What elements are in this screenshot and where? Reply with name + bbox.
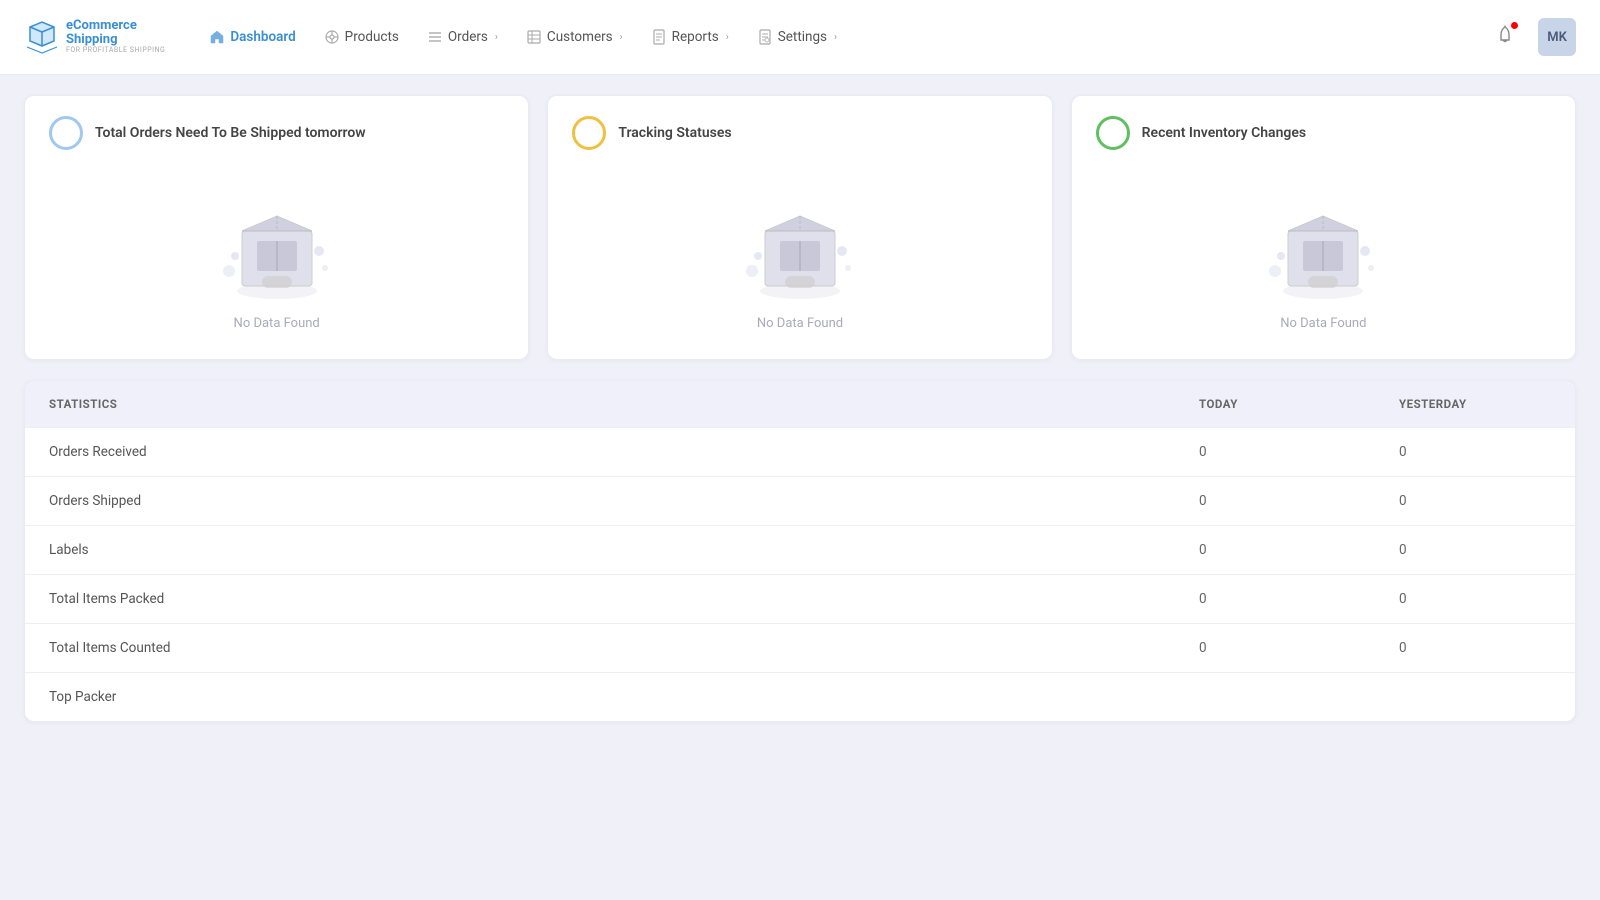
card-title-inventory: Recent Inventory Changes [1142, 125, 1306, 141]
card-inventory-changes: Recent Inventory Changes No [1071, 95, 1576, 360]
nav-item-settings[interactable]: Settings › [745, 23, 849, 51]
stats-col-yesterday: YESTERDAY [1375, 381, 1575, 428]
card-header-tracking: Tracking Statuses [572, 116, 1027, 150]
stats-col-today: TODAY [1175, 381, 1375, 428]
stats-cell-label: Top Packer [25, 673, 1175, 722]
main-content: Total Orders Need To Be Shipped tomorrow [0, 75, 1600, 742]
card-title-total-orders: Total Orders Need To Be Shipped tomorrow [95, 125, 366, 141]
settings-chevron: › [834, 32, 837, 43]
list-icon [427, 29, 443, 45]
home-icon [209, 29, 225, 45]
header: eCommerce Shipping FOR PROFITABLE SHIPPI… [0, 0, 1600, 75]
statistics-section: STATISTICS TODAY YESTERDAY Orders Receiv… [24, 380, 1576, 722]
empty-state-illustration-3 [1253, 176, 1393, 316]
notification-dot [1511, 22, 1518, 29]
stats-cell-label: Total Items Counted [25, 624, 1175, 673]
card-tracking-statuses: Tracking Statuses No Data Fo [547, 95, 1052, 360]
empty-state-illustration-2 [730, 176, 870, 316]
nav-item-reports[interactable]: Reports › [639, 23, 741, 51]
stats-cell-yesterday [1375, 673, 1575, 722]
cards-row: Total Orders Need To Be Shipped tomorrow [24, 95, 1576, 360]
customers-chevron: › [620, 32, 623, 43]
stats-cell-yesterday: 0 [1375, 526, 1575, 575]
stats-cell-today: 0 [1175, 477, 1375, 526]
logo-tagline: FOR PROFITABLE SHIPPING [66, 47, 165, 55]
logo: eCommerce Shipping FOR PROFITABLE SHIPPI… [24, 19, 165, 55]
customers-icon [526, 29, 542, 45]
card-body-inventory: No Data Found [1096, 166, 1551, 331]
card-total-orders: Total Orders Need To Be Shipped tomorrow [24, 95, 529, 360]
nav-item-dashboard[interactable]: Dashboard [197, 23, 307, 51]
stats-cell-yesterday: 0 [1375, 477, 1575, 526]
stats-cell-label: Orders Shipped [25, 477, 1175, 526]
grid-icon [324, 29, 340, 45]
stats-table-header-row: STATISTICS TODAY YESTERDAY [25, 381, 1575, 428]
user-avatar[interactable]: MK [1538, 18, 1576, 56]
stats-cell-label: Total Items Packed [25, 575, 1175, 624]
nav-item-products[interactable]: Products [312, 23, 411, 51]
header-right: MK [1488, 18, 1576, 56]
stats-col-label: STATISTICS [25, 381, 1175, 428]
logo-text: eCommerce Shipping FOR PROFITABLE SHIPPI… [66, 19, 165, 55]
status-circle-green [1096, 116, 1130, 150]
card-title-tracking: Tracking Statuses [618, 125, 731, 141]
nav-item-customers[interactable]: Customers › [514, 23, 635, 51]
no-data-text-2: No Data Found [757, 316, 843, 331]
stats-cell-yesterday: 0 [1375, 624, 1575, 673]
logo-icon [24, 19, 60, 55]
nav-item-orders[interactable]: Orders › [415, 23, 510, 51]
stats-cell-label: Orders Received [25, 428, 1175, 477]
stats-cell-today [1175, 673, 1375, 722]
card-header-inventory: Recent Inventory Changes [1096, 116, 1551, 150]
stats-cell-today: 0 [1175, 624, 1375, 673]
stats-row: Total Items Packed 0 0 [25, 575, 1575, 624]
reports-icon [651, 29, 667, 45]
logo-shipping: Shipping [66, 33, 165, 47]
stats-cell-today: 0 [1175, 526, 1375, 575]
settings-icon [757, 29, 773, 45]
status-circle-yellow [572, 116, 606, 150]
stats-row: Total Items Counted 0 0 [25, 624, 1575, 673]
main-nav: Dashboard Products [197, 23, 849, 51]
stats-row: Top Packer [25, 673, 1575, 722]
stats-cell-label: Labels [25, 526, 1175, 575]
status-circle-blue [49, 116, 83, 150]
header-left: eCommerce Shipping FOR PROFITABLE SHIPPI… [24, 19, 849, 55]
notification-bell[interactable] [1488, 18, 1522, 56]
stats-cell-today: 0 [1175, 575, 1375, 624]
no-data-text-3: No Data Found [1280, 316, 1366, 331]
no-data-text-1: No Data Found [234, 316, 320, 331]
logo-ecommerce: eCommerce [66, 19, 165, 33]
statistics-table: STATISTICS TODAY YESTERDAY Orders Receiv… [25, 381, 1575, 721]
stats-cell-yesterday: 0 [1375, 428, 1575, 477]
stats-row: Orders Received 0 0 [25, 428, 1575, 477]
reports-chevron: › [726, 32, 729, 43]
stats-row: Labels 0 0 [25, 526, 1575, 575]
card-body-tracking: No Data Found [572, 166, 1027, 331]
stats-cell-yesterday: 0 [1375, 575, 1575, 624]
stats-cell-today: 0 [1175, 428, 1375, 477]
stats-table-body: Orders Received 0 0 Orders Shipped 0 0 L… [25, 428, 1575, 722]
card-body-total-orders: No Data Found [49, 166, 504, 331]
card-header-total-orders: Total Orders Need To Be Shipped tomorrow [49, 116, 504, 150]
stats-row: Orders Shipped 0 0 [25, 477, 1575, 526]
empty-state-illustration-1 [207, 176, 347, 316]
orders-chevron: › [495, 32, 498, 43]
